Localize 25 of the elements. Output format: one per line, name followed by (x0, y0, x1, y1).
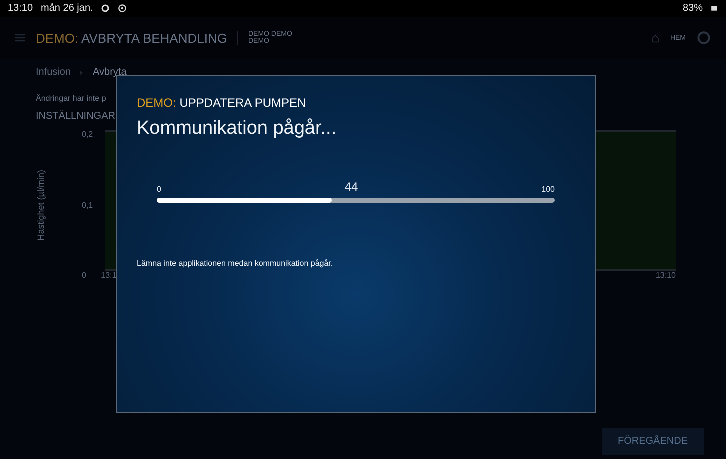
scale-max: 100 (542, 185, 555, 194)
y-axis-label: Hastighet (µl/min) (36, 170, 46, 240)
progress-value: 44 (344, 180, 358, 194)
home-icon (651, 34, 660, 42)
header-title: DEMO: AVBRYTA BEHANDLING (36, 30, 228, 46)
breadcrumb-item[interactable]: Avbryta (93, 67, 127, 78)
target-icon (118, 4, 128, 13)
chevron-icon (79, 70, 86, 76)
breadcrumb-item[interactable]: Infusion (36, 67, 72, 78)
y-tick: 0,1 (82, 200, 94, 210)
x-tick: 13:10 (656, 271, 676, 280)
dialog-title: DEMO: UPPDATERA PUMPEN (137, 96, 308, 110)
dialog-heading: Kommunikation pågår... (137, 118, 338, 140)
section-title: INSTÄLLNINGAR (36, 111, 116, 122)
y-tick: 0,2 (82, 130, 94, 139)
x-tick: 13:1 (101, 271, 117, 280)
menu-icon (14, 32, 26, 44)
battery-percent: 83% (682, 3, 703, 14)
scale-min: 0 (157, 185, 162, 194)
status-time: 13:10 (8, 3, 34, 14)
dialog-message: Lämna inte applikationen medan kommunikation pågår. (137, 259, 334, 268)
battery-icon (711, 5, 718, 12)
status-date: mån 26 jan. (41, 3, 94, 14)
previous-button[interactable]: FÖREGÅENDE (602, 428, 704, 455)
y-tick: 0 (82, 271, 88, 280)
